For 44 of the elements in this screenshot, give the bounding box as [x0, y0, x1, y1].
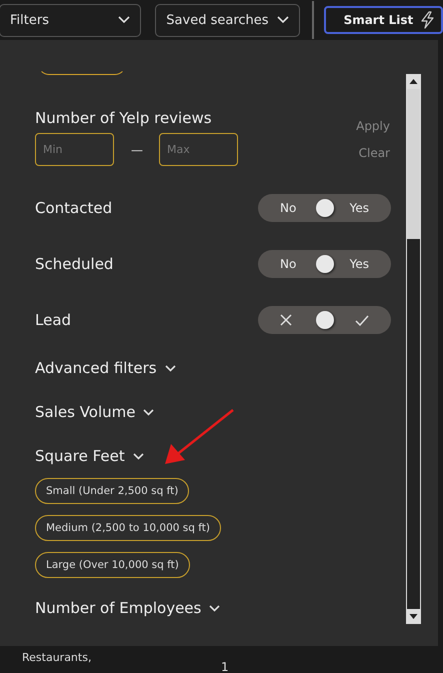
toggle-thumb[interactable]: [316, 255, 334, 273]
close-icon: [280, 314, 292, 326]
clear-link[interactable]: Clear: [358, 146, 390, 160]
saved-searches-dropdown[interactable]: Saved searches: [155, 4, 300, 36]
filters-dropdown[interactable]: Filters: [0, 4, 142, 36]
check-icon: [355, 314, 369, 326]
tri-state-toggle[interactable]: No Yes: [258, 194, 391, 222]
chevron-down-icon: [132, 452, 144, 460]
min-field[interactable]: Min: [35, 133, 114, 166]
chevron-down-icon: [276, 16, 289, 24]
section-header[interactable]: Advanced filters: [35, 358, 176, 378]
filter-label: Contacted: [35, 199, 112, 217]
tri-state-toggle[interactable]: [258, 306, 391, 334]
range-separator: —: [131, 142, 143, 156]
chevron-down-icon: [118, 16, 130, 24]
chevron-down-icon: [164, 364, 176, 372]
filter-label: Lead: [35, 311, 72, 329]
apply-link[interactable]: Apply: [356, 119, 390, 133]
section-header[interactable]: Square Feet: [35, 446, 144, 466]
toggle-label: No: [280, 257, 296, 271]
filter-label: Number of Yelp reviews: [35, 109, 212, 127]
section-header[interactable]: Number of Employees: [35, 598, 220, 618]
scrollbar-thumb[interactable]: [407, 89, 420, 239]
scroll-up-icon: [407, 75, 420, 89]
chevron-down-icon: [209, 604, 220, 612]
filter-label: Scheduled: [35, 255, 114, 273]
scrollbar[interactable]: [406, 74, 421, 624]
table-cell: Restaurants,: [22, 651, 92, 664]
section-header[interactable]: Sales Volume: [35, 402, 154, 422]
toggle-label: Yes: [350, 257, 369, 271]
lightning-icon: [419, 11, 436, 29]
max-field[interactable]: Max: [159, 133, 238, 166]
table-cell: 1: [221, 660, 229, 673]
toggle-thumb[interactable]: [316, 199, 334, 217]
option-chip[interactable]: Small (Under 2,500 sq ft): [35, 478, 190, 504]
option-chip[interactable]: Large (Over 10,000 sq ft): [35, 552, 190, 578]
toggle-label: Yes: [350, 201, 369, 215]
option-chip[interactable]: Medium (2,500 to 10,000 sq ft): [35, 515, 221, 541]
chevron-down-icon: [143, 408, 154, 416]
smart-list-button[interactable]: Smart List: [324, 6, 443, 34]
tri-state-toggle[interactable]: No Yes: [258, 250, 391, 278]
scroll-down-icon: [407, 609, 420, 623]
toggle-label: No: [280, 201, 296, 215]
toggle-thumb[interactable]: [316, 311, 334, 329]
